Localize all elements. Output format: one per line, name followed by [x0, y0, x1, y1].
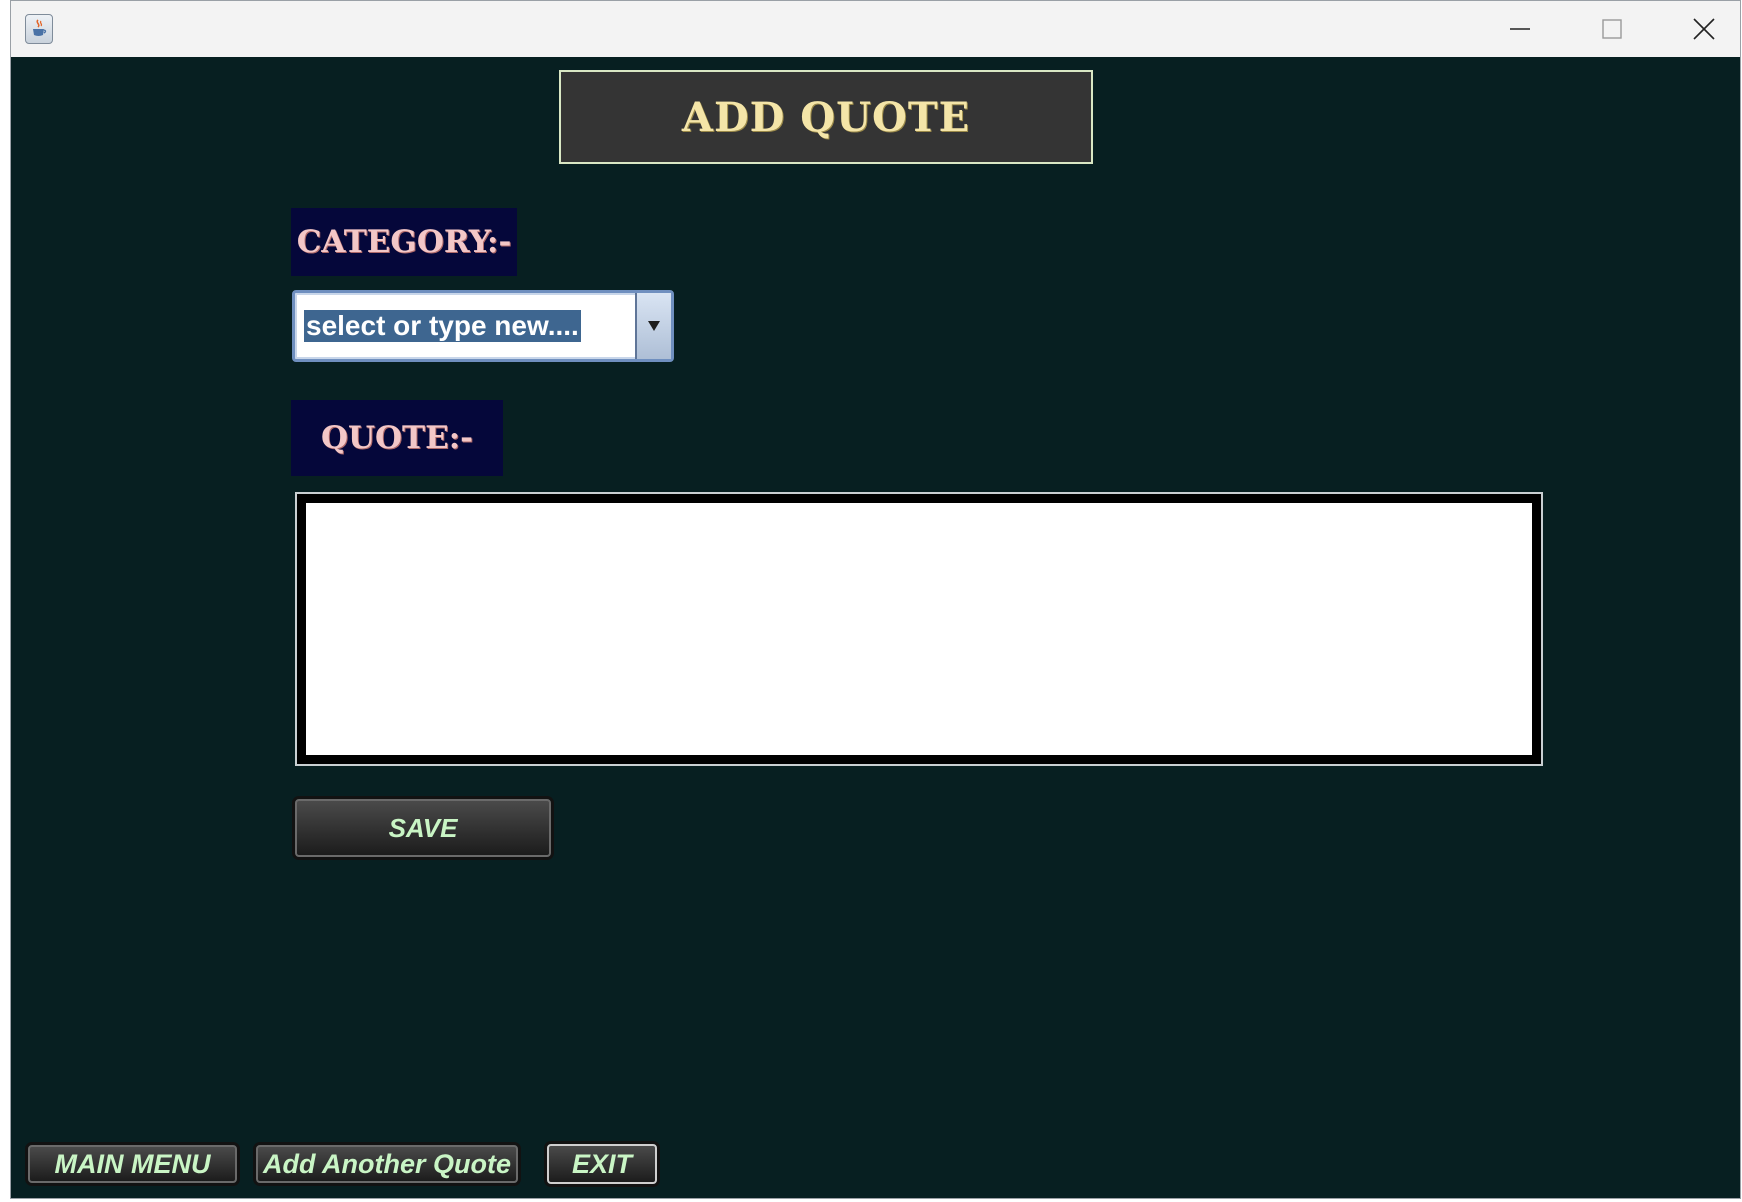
combo-dropdown-button[interactable] — [635, 293, 671, 359]
close-icon — [1693, 18, 1715, 40]
category-label: CATEGORY:- — [291, 208, 517, 276]
quote-label: QUOTE:- — [291, 400, 503, 476]
add-another-quote-button[interactable]: Add Another Quote — [256, 1145, 518, 1183]
minimize-icon — [1510, 28, 1530, 30]
save-button[interactable]: SAVE — [295, 799, 551, 857]
minimize-button[interactable] — [1474, 1, 1566, 57]
chevron-down-icon — [648, 321, 660, 331]
java-cup-icon[interactable] — [25, 14, 53, 44]
maximize-button[interactable] — [1566, 1, 1658, 57]
page-title: ADD QUOTE — [559, 70, 1093, 164]
quote-textarea[interactable] — [306, 503, 1532, 755]
close-button[interactable] — [1658, 1, 1740, 57]
exit-button[interactable]: EXIT — [547, 1144, 657, 1184]
content-area: ADD QUOTE CATEGORY:- select or type new.… — [11, 57, 1740, 1198]
quote-textarea-frame — [295, 492, 1543, 766]
title-bar[interactable] — [11, 1, 1740, 57]
main-menu-button[interactable]: MAIN MENU — [28, 1145, 237, 1183]
maximize-icon — [1602, 19, 1622, 39]
app-window: ADD QUOTE CATEGORY:- select or type new.… — [10, 0, 1741, 1199]
category-combo-value[interactable]: select or type new.... — [304, 310, 581, 342]
category-combobox[interactable]: select or type new.... — [292, 290, 674, 362]
